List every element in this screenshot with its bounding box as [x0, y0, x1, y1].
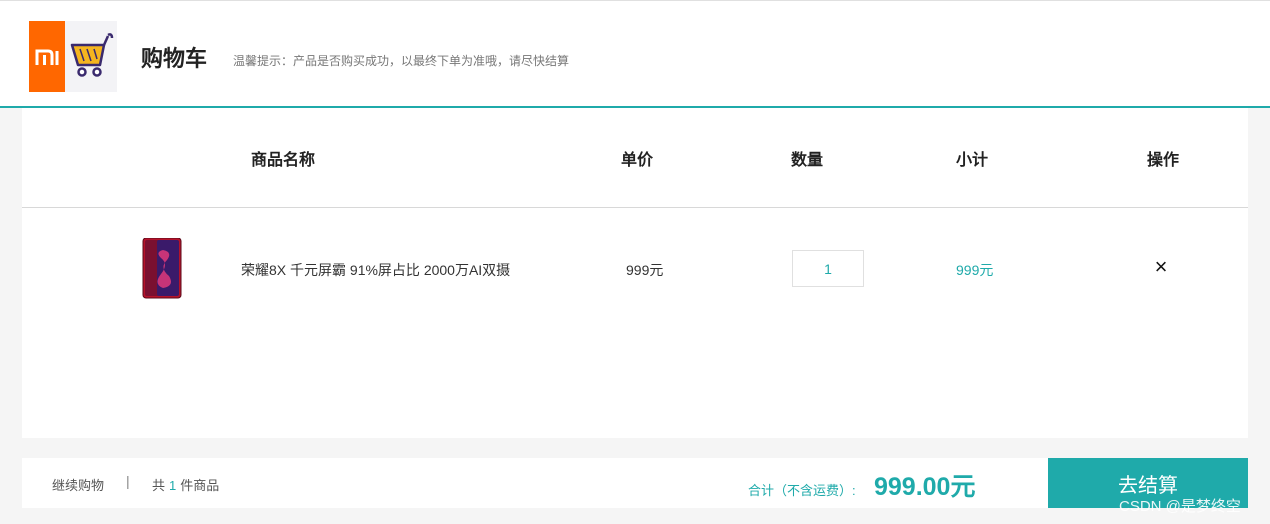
total-price: 999.00元 [874, 473, 976, 501]
shopping-cart-icon [70, 32, 114, 77]
quantity-input[interactable] [792, 250, 864, 287]
page-title: 购物车 [141, 46, 208, 71]
watermark: CSDN @是梦终空 [1119, 498, 1241, 515]
close-icon[interactable]: × [1150, 254, 1172, 280]
mi-logo-icon [35, 49, 59, 65]
phone-image-icon [142, 237, 182, 299]
divider: | [126, 473, 130, 489]
item-count: 共 1 件商品 [152, 475, 219, 494]
continue-shopping-link[interactable]: 继续购物 [52, 475, 104, 494]
product-thumbnail[interactable] [141, 237, 183, 300]
table-header: 商品名称 单价 数量 小计 操作 [22, 108, 1248, 208]
cart-table: 商品名称 单价 数量 小计 操作 荣耀8X 千元屏霸 91%屏占比 2000万A… [22, 108, 1248, 438]
purchase-tip: 温馨提示：产品是否购买成功，以最终下单为准哦，请尽快结算 [233, 54, 570, 68]
cart-logo [65, 21, 117, 92]
column-header-subtotal: 小计 [956, 152, 989, 169]
total-label: 合计（不含运费）: [748, 483, 856, 498]
column-header-name: 商品名称 [251, 152, 316, 169]
mi-logo[interactable] [29, 21, 65, 92]
item-count-value: 1 [169, 478, 177, 493]
column-header-action: 操作 [1147, 152, 1180, 169]
item-subtotal: 999元 [956, 262, 994, 278]
item-count-suffix: 件商品 [180, 478, 220, 493]
page-header: 购物车 温馨提示：产品是否购买成功，以最终下单为准哦，请尽快结算 [0, 0, 1270, 108]
column-header-price: 单价 [621, 152, 654, 169]
cart-footer: 继续购物 | 共 1 件商品 合计（不含运费）: 999.00元 去结算 [22, 458, 1248, 508]
unit-price: 999元 [626, 262, 664, 278]
table-row: 荣耀8X 千元屏霸 91%屏占比 2000万AI双摄 999元 999元 × [22, 208, 1248, 328]
product-name[interactable]: 荣耀8X 千元屏霸 91%屏占比 2000万AI双摄 [241, 260, 510, 280]
item-count-prefix: 共 [152, 478, 166, 493]
column-header-quantity: 数量 [791, 152, 824, 169]
